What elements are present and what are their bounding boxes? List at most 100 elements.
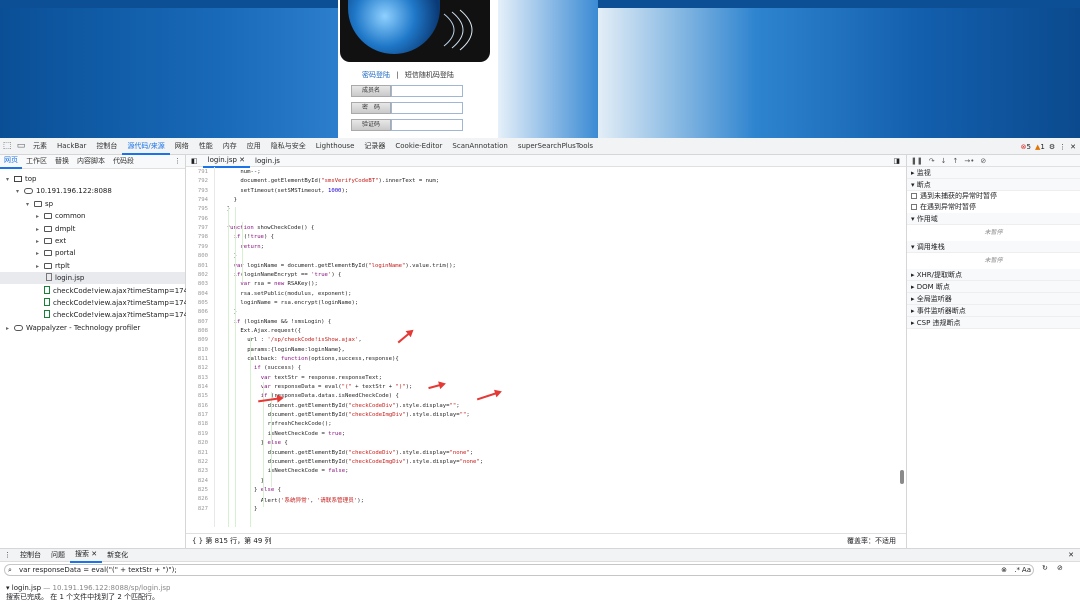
devtools-tab[interactable]: 控制台 (91, 138, 122, 155)
debugger-section[interactable]: ▾ 调用堆栈 (907, 241, 1080, 253)
devtools-tab[interactable]: HackBar (52, 138, 91, 155)
devtools-tab[interactable]: ScanAnnotation (447, 138, 512, 155)
expand-arrow-icon[interactable]: ▸ (36, 261, 44, 273)
toggle-debugger-icon[interactable]: ◨ (893, 157, 906, 165)
search-input[interactable]: ⌕ var responseData = eval("(" + textStr … (4, 564, 1034, 576)
navigator-tab[interactable]: 工作区 (22, 155, 51, 168)
tree-item[interactable]: ▾ sp (26, 198, 53, 210)
clear-results-icon[interactable]: ⊘ (1057, 564, 1063, 572)
debugger-section[interactable]: ▸ CSP 违规断点 (907, 317, 1080, 329)
captcha-input[interactable] (391, 119, 463, 131)
tree-item[interactable]: ▾ top (6, 173, 36, 185)
navigator-tab[interactable]: 内容脚本 (73, 155, 109, 168)
drawer-tabs: ⋮ 控制台 问题 搜索 ✕ 新变化 ✕ (0, 548, 1080, 563)
devtools-tab[interactable]: Cookie-Editor (390, 138, 447, 155)
step-out-icon[interactable]: ↑ (952, 157, 958, 165)
tree-item[interactable]: checkCode!view.ajax?timeStamp=1749... (36, 297, 199, 309)
editor-tab-login-jsp[interactable]: login.jsp ✕ (202, 154, 251, 168)
devtools-tab[interactable]: 内存 (218, 138, 242, 155)
devtools-tab[interactable]: 源代码/来源 (122, 138, 170, 155)
close-drawer-icon[interactable]: ✕ (1068, 551, 1080, 559)
devtools-tab[interactable]: 应用 (242, 138, 266, 155)
checkbox[interactable] (911, 204, 917, 210)
expand-arrow-icon[interactable]: ▾ (26, 199, 34, 211)
breakpoint-checkbox-row[interactable]: 在遇到异常时暂停 (907, 202, 1080, 213)
expand-arrow-icon[interactable]: ▾ (16, 186, 24, 198)
devtools-tab[interactable]: Lighthouse (311, 138, 360, 155)
debugger-section[interactable]: ▸ 全局监听器 (907, 293, 1080, 305)
deactivate-breakpoints-icon[interactable]: ⊘ (980, 157, 986, 165)
step-icon[interactable]: →• (964, 157, 974, 165)
navigator-tab[interactable]: 网页 (0, 154, 22, 169)
toggle-navigator-icon[interactable]: ◧ (186, 155, 203, 167)
tree-item[interactable]: ▸ portal (36, 247, 76, 259)
pretty-print-icon[interactable]: { } (186, 537, 203, 545)
devtools-tab[interactable]: 元素 (28, 138, 52, 155)
drawer-tab[interactable]: 搜索 ✕ (70, 548, 103, 563)
navigator-tab[interactable]: 代码段 (109, 155, 138, 168)
result-file-row[interactable]: ▾ login.jsp — 10.191.196.122:8088/sp/log… (6, 584, 170, 593)
debugger-section[interactable]: ▾ 断点 (907, 179, 1080, 191)
step-over-icon[interactable]: ↷ (929, 157, 935, 165)
expand-arrow-icon[interactable]: ▸ (36, 211, 44, 223)
warning-counter[interactable]: ▲1 (1035, 143, 1045, 151)
tree-item[interactable]: ▸ ext (36, 235, 66, 247)
device-toolbar-icon[interactable]: ▭ (14, 139, 28, 153)
tab-sms-login[interactable]: 短信随机码登陆 (405, 71, 454, 79)
gear-icon[interactable]: ⚙ (1049, 143, 1055, 151)
drawer-tab[interactable]: 新变化 (102, 549, 133, 562)
expand-arrow-icon[interactable]: ▸ (36, 248, 44, 260)
navigator-tab[interactable]: 替换 (51, 155, 73, 168)
clear-search-icon[interactable]: ⊗ (1001, 565, 1007, 575)
close-icon[interactable]: ✕ (1070, 143, 1076, 151)
refresh-icon[interactable]: ↻ (1042, 564, 1048, 572)
tree-item[interactable]: login.jsp (0, 272, 185, 285)
tree-item[interactable]: checkCode!view.ajax?timeStamp=1749... (36, 285, 199, 297)
close-tab-icon[interactable]: ✕ (239, 156, 245, 164)
regex-toggle[interactable]: .* (1014, 565, 1020, 575)
tree-item[interactable]: ▸ dmplt (36, 223, 75, 235)
navigator-more-icon[interactable]: ⋮ (170, 155, 185, 168)
devtools-tab[interactable]: 隐私与安全 (266, 138, 311, 155)
close-tab-icon[interactable]: ✕ (89, 550, 97, 558)
tree-item[interactable]: ▸ common (36, 210, 86, 222)
expand-arrow-icon[interactable]: ▸ (36, 236, 44, 248)
devtools-tab[interactable]: 记录器 (359, 138, 390, 155)
editor-tab-login-js[interactable]: login.js (250, 155, 285, 167)
tab-password-login[interactable]: 密码登陆 (362, 71, 390, 79)
signal-waves-icon (443, 9, 473, 51)
expand-arrow-icon[interactable]: ▸ (6, 323, 14, 335)
match-case-toggle[interactable]: Aa (1022, 565, 1031, 575)
tree-item[interactable]: ▸ rtplt (36, 260, 70, 272)
tree-item[interactable]: ▾ 10.191.196.122:8088 (16, 185, 112, 197)
member-input[interactable] (391, 85, 463, 97)
devtools-tab[interactable]: 网络 (170, 138, 194, 155)
code-area[interactable]: 791 num--; 792 document.getElementById("sms… (186, 167, 898, 527)
tree-item[interactable]: ▸ Wappalyzer - Technology profiler (6, 322, 140, 334)
drawer-tab[interactable]: 问题 (46, 549, 70, 562)
pause-icon[interactable]: ❚❚ (911, 157, 923, 165)
devtools-tab[interactable]: superSearchPlusTools (513, 138, 598, 155)
step-into-icon[interactable]: ↓ (941, 157, 947, 165)
drawer-tab[interactable]: 控制台 (15, 549, 46, 562)
drawer-tab-label: 新变化 (107, 550, 129, 559)
cloud-icon (24, 188, 33, 195)
password-input[interactable] (391, 102, 463, 114)
debugger-section[interactable]: ▸ DOM 断点 (907, 281, 1080, 293)
debugger-section[interactable]: ▸ XHR/提取断点 (907, 269, 1080, 281)
devtools-tab[interactable]: 性能 (194, 138, 218, 155)
debugger-section[interactable]: ▾ 作用域 (907, 213, 1080, 225)
more-options-icon[interactable]: ⋮ (1059, 143, 1066, 151)
tree-item[interactable]: checkCode!view.ajax?timeStamp=1749... (36, 309, 199, 321)
vertical-scrollbar[interactable] (900, 470, 904, 484)
drawer-tab-label: 问题 (51, 550, 65, 559)
debugger-section[interactable]: ▸ 事件监听器断点 (907, 305, 1080, 317)
breakpoint-checkbox-row[interactable]: 遇到未捕获的异常时暂停 (907, 191, 1080, 202)
expand-arrow-icon[interactable]: ▸ (36, 224, 44, 236)
debugger-section[interactable]: ▸ 监视 (907, 167, 1080, 179)
error-counter[interactable]: ⊗5 (1021, 143, 1031, 151)
drawer-menu-icon[interactable]: ⋮ (0, 551, 15, 559)
expand-arrow-icon[interactable]: ▾ (6, 174, 14, 186)
inspect-element-icon[interactable]: ⬚ (0, 139, 14, 153)
checkbox[interactable] (911, 193, 917, 199)
